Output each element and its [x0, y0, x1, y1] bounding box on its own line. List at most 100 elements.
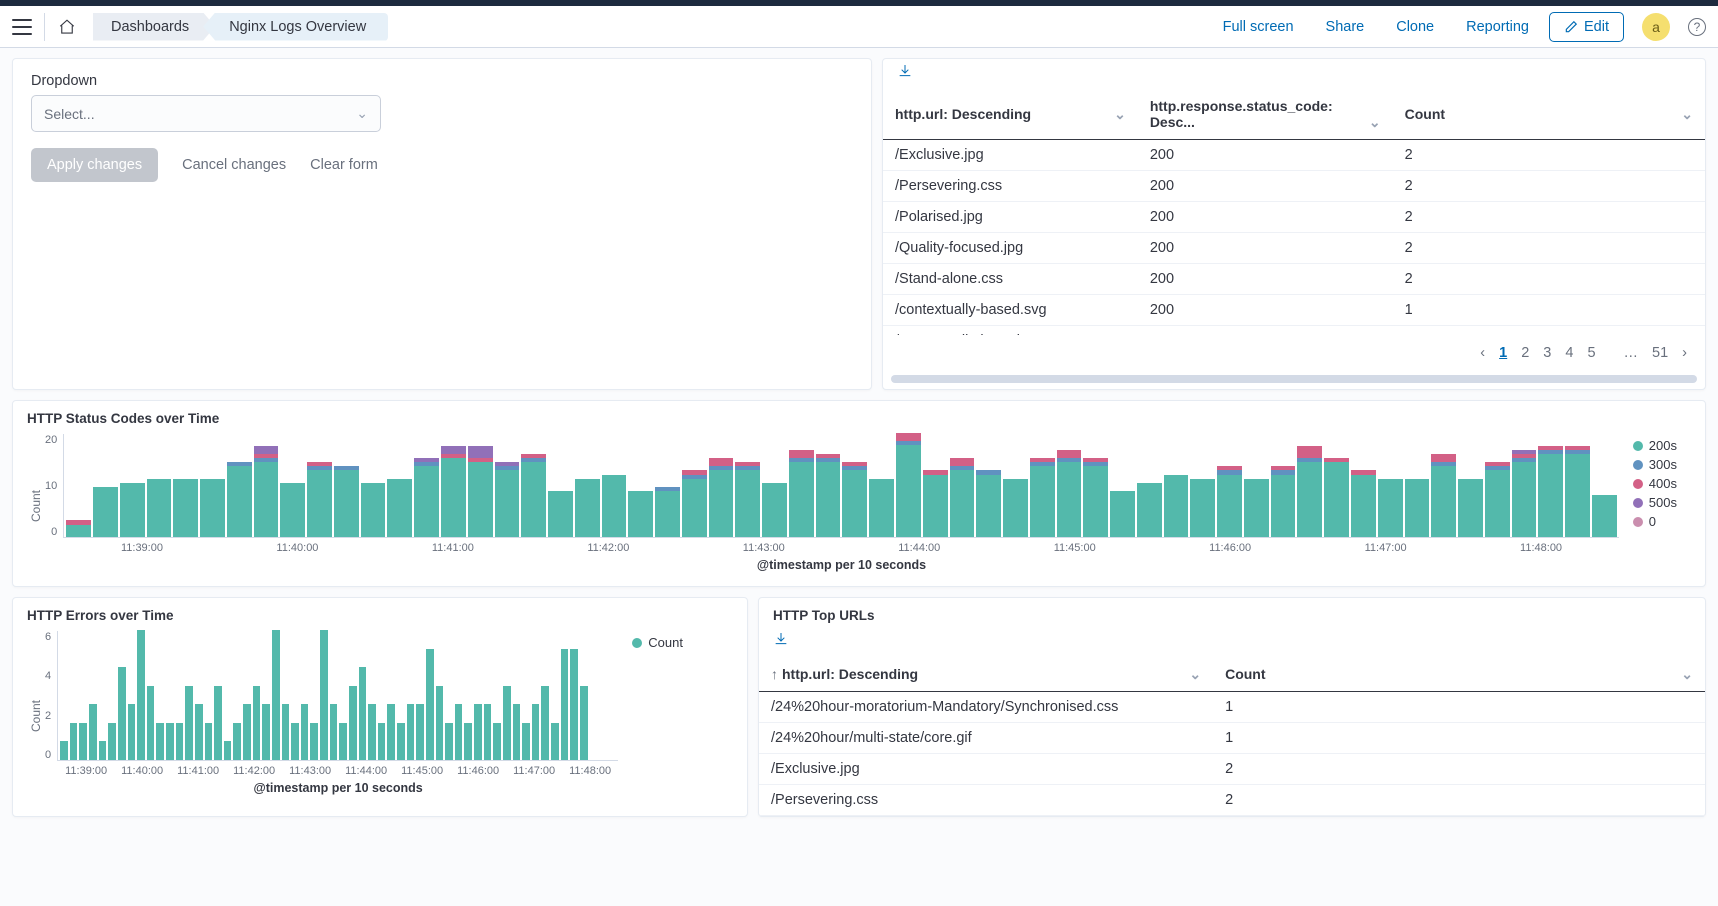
bar[interactable] — [166, 723, 174, 760]
bar[interactable] — [387, 704, 395, 760]
table-row[interactable]: /Exclusive.jpg2002 — [883, 140, 1705, 171]
table-row[interactable]: /24%20hour/multi-state/core.gif1 — [759, 723, 1705, 754]
table-row[interactable]: /Exclusive.jpg2 — [759, 754, 1705, 785]
bar[interactable] — [1297, 446, 1322, 538]
col-count[interactable]: Count⌄ — [1393, 90, 1705, 140]
bar[interactable] — [280, 483, 305, 537]
bar[interactable] — [224, 741, 232, 760]
bar[interactable] — [464, 723, 472, 760]
avatar[interactable]: a — [1642, 13, 1670, 41]
download-icon[interactable] — [759, 627, 1705, 658]
bar[interactable] — [414, 458, 439, 537]
bar[interactable] — [436, 686, 444, 760]
bar[interactable] — [70, 723, 78, 760]
bar[interactable] — [1512, 450, 1537, 537]
bar[interactable] — [128, 704, 136, 760]
bar[interactable] — [468, 446, 493, 538]
apply-changes-button[interactable]: Apply changes — [31, 148, 158, 182]
bar[interactable] — [205, 723, 213, 760]
col-url[interactable]: http.url: Descending⌄ — [883, 90, 1138, 140]
bar[interactable] — [1057, 450, 1082, 537]
cancel-changes-button[interactable]: Cancel changes — [182, 157, 286, 173]
bar[interactable] — [200, 479, 225, 537]
legend-item[interactable]: Count — [632, 635, 683, 650]
bar[interactable] — [359, 667, 367, 760]
bar[interactable] — [896, 433, 921, 537]
bar[interactable] — [842, 462, 867, 537]
bar[interactable] — [1458, 479, 1483, 537]
bar[interactable] — [214, 686, 222, 760]
bar[interactable] — [1164, 475, 1189, 537]
bar[interactable] — [521, 454, 546, 537]
bar[interactable] — [147, 479, 172, 537]
bar[interactable] — [301, 704, 309, 760]
bar[interactable] — [762, 483, 787, 537]
bar[interactable] — [735, 462, 760, 537]
clone-button[interactable]: Clone — [1384, 13, 1446, 41]
edit-button[interactable]: Edit — [1549, 12, 1624, 42]
table-row[interactable]: /Persevering.css2 — [759, 785, 1705, 816]
bar[interactable] — [541, 686, 549, 760]
bar[interactable] — [320, 630, 328, 760]
bar[interactable] — [156, 723, 164, 760]
bar[interactable] — [1110, 491, 1135, 537]
bar[interactable] — [118, 667, 126, 760]
scrollbar[interactable] — [891, 375, 1697, 383]
bar[interactable] — [682, 470, 707, 537]
bar[interactable] — [532, 704, 540, 760]
home-icon[interactable] — [57, 18, 77, 36]
bar[interactable] — [60, 741, 68, 760]
bar[interactable] — [628, 491, 653, 537]
legend-item[interactable]: 200s — [1633, 438, 1677, 453]
table-row[interactable]: /contextually-based.svg4001 — [883, 326, 1705, 336]
page-2[interactable]: 2 — [1521, 345, 1529, 361]
col-url[interactable]: ↑http.url: Descending⌄ — [759, 658, 1213, 692]
bar[interactable] — [120, 483, 145, 537]
bar[interactable] — [137, 630, 145, 760]
share-button[interactable]: Share — [1314, 13, 1377, 41]
bar[interactable] — [493, 723, 501, 760]
bar[interactable] — [79, 723, 87, 760]
bar[interactable] — [262, 704, 270, 760]
bar[interactable] — [1271, 466, 1296, 537]
bar[interactable] — [282, 704, 290, 760]
bar[interactable] — [522, 723, 530, 760]
bar[interactable] — [330, 704, 338, 760]
bar[interactable] — [349, 686, 357, 760]
bar[interactable] — [426, 649, 434, 760]
bar[interactable] — [195, 704, 203, 760]
table-row[interactable]: /Polarised.jpg2002 — [883, 202, 1705, 233]
bar[interactable] — [570, 649, 578, 760]
bar[interactable] — [575, 479, 600, 537]
bar[interactable] — [253, 686, 261, 760]
bar[interactable] — [441, 446, 466, 538]
bar[interactable] — [1137, 483, 1162, 537]
bar[interactable] — [1485, 462, 1510, 537]
bar[interactable] — [655, 487, 680, 537]
bar[interactable] — [185, 686, 193, 760]
page-1[interactable]: 1 — [1499, 345, 1507, 361]
bar[interactable] — [445, 723, 453, 760]
bar[interactable] — [1405, 479, 1430, 537]
bar[interactable] — [1324, 458, 1349, 537]
page-4[interactable]: 4 — [1565, 345, 1573, 361]
bar[interactable] — [93, 487, 118, 537]
page-next[interactable]: › — [1682, 345, 1687, 361]
bar[interactable] — [233, 723, 241, 760]
bar[interactable] — [173, 479, 198, 537]
page-last[interactable]: 51 — [1652, 345, 1668, 361]
legend-item[interactable]: 300s — [1633, 457, 1677, 472]
page-3[interactable]: 3 — [1543, 345, 1551, 361]
bar[interactable] — [1565, 446, 1590, 538]
breadcrumb-dashboards[interactable]: Dashboards — [93, 13, 215, 41]
bar[interactable] — [816, 454, 841, 537]
bar[interactable] — [869, 479, 894, 537]
bar[interactable] — [176, 723, 184, 760]
bar[interactable] — [1217, 466, 1242, 537]
bar[interactable] — [709, 458, 734, 537]
bar[interactable] — [407, 704, 415, 760]
col-status[interactable]: http.response.status_code: Desc...⌄ — [1138, 90, 1393, 140]
bar[interactable] — [89, 704, 97, 760]
bar[interactable] — [416, 704, 424, 760]
bar[interactable] — [378, 723, 386, 760]
